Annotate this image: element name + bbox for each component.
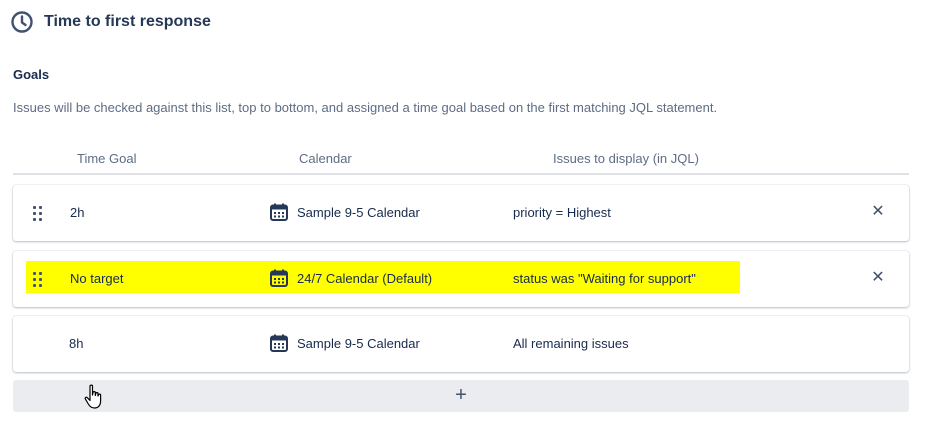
goals-description: Issues will be checked against this list…	[13, 100, 718, 115]
jql-value[interactable]: status was "Waiting for support"	[513, 271, 696, 286]
calendar-value[interactable]: 24/7 Calendar (Default)	[297, 271, 432, 286]
jql-value: All remaining issues	[513, 336, 629, 351]
plus-icon: +	[455, 384, 467, 406]
hand-cursor-icon	[84, 384, 102, 409]
column-headers: Time Goal Calendar Issues to display (in…	[13, 149, 909, 175]
time-goal-value[interactable]: 8h	[69, 336, 83, 351]
column-header-time-goal: Time Goal	[77, 151, 137, 166]
column-header-calendar: Calendar	[299, 151, 352, 166]
jql-value[interactable]: priority = Highest	[513, 205, 611, 220]
goal-row: 8h Sample 9-5 Calendar All remaining iss…	[13, 316, 909, 372]
goals-label: Goals	[13, 67, 50, 82]
add-goal-button[interactable]: +	[13, 380, 909, 412]
remove-icon[interactable]: ✕	[870, 202, 886, 222]
calendar-icon	[270, 269, 288, 287]
section-title: Time to first response	[44, 13, 211, 30]
clock-icon	[11, 11, 33, 33]
section-header: Time to first response	[10, 10, 211, 34]
drag-handle-icon[interactable]	[33, 272, 43, 288]
goal-row: 2h Sample 9-5 Calendar priority = Highes…	[13, 185, 909, 241]
remove-icon[interactable]: ✕	[870, 268, 886, 288]
column-header-jql: Issues to display (in JQL)	[553, 151, 699, 166]
time-goal-value[interactable]: No target	[70, 271, 123, 286]
time-goal-value[interactable]: 2h	[70, 205, 84, 220]
calendar-value[interactable]: Sample 9-5 Calendar	[297, 336, 420, 351]
drag-handle-icon[interactable]	[33, 206, 43, 222]
goal-row: No target 24/7 Calendar (Default) status…	[13, 251, 909, 307]
calendar-icon	[270, 334, 288, 352]
calendar-value[interactable]: Sample 9-5 Calendar	[297, 205, 420, 220]
calendar-icon	[270, 203, 288, 221]
